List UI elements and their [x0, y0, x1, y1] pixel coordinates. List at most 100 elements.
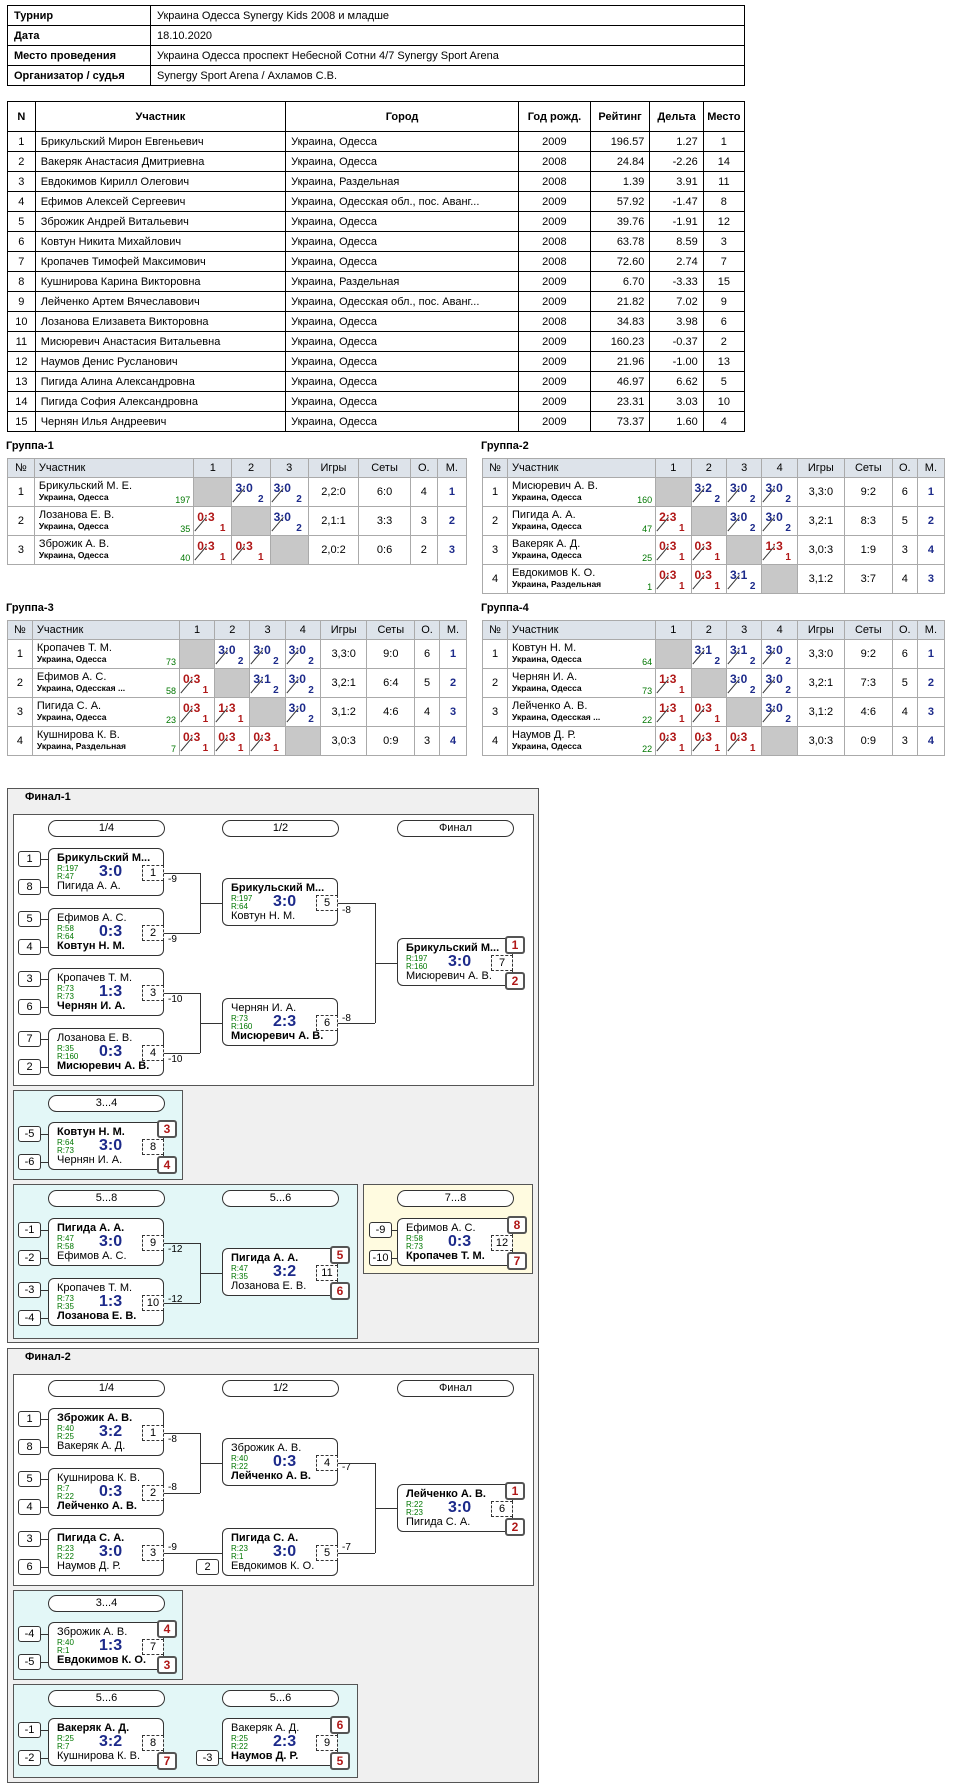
match-player-2[interactable]: Мисюревич А. В. [406, 970, 506, 982]
match-player-2[interactable]: Евдокимов К. О. [57, 1654, 157, 1666]
bracket-match[interactable]: Пигида С. А. R:23 R:22 3:0 Наумов Д. Р. 3 [48, 1528, 164, 1576]
match-player-2[interactable]: Чернян И. А. [57, 1154, 157, 1166]
match-result-cell[interactable]: 3:02 [761, 668, 798, 698]
match-result-cell[interactable]: 3:02 [761, 697, 798, 727]
player-name[interactable]: Кушнирова К. В. [37, 729, 176, 741]
bracket-match[interactable]: Брикульский М... R:197 R:64 3:0 Ковтун Н. М.… [222, 878, 338, 926]
match-result-cell[interactable]: 0:31 [178, 668, 216, 698]
match-result-cell[interactable]: 0:31 [690, 564, 728, 594]
player-name[interactable]: Пигида А. А. [512, 509, 652, 521]
bracket-match[interactable]: Ефимов А. С. R:58 R:73 0:3 Кропачев Т. М. 12 [397, 1218, 513, 1266]
match-player-2[interactable]: Пигида А. А. [57, 880, 157, 892]
match-result-cell[interactable]: 3:02 [725, 506, 763, 536]
match-result-cell[interactable]: 1:31 [655, 668, 692, 698]
match-result-cell[interactable]: 3:02 [284, 668, 321, 698]
match-result-cell[interactable]: 3:02 [725, 668, 763, 698]
match-result-cell[interactable]: 0:31 [249, 726, 286, 756]
match-player-2[interactable]: Лейченко А. В. [57, 1500, 157, 1512]
match-result-cell[interactable]: 3:12 [249, 668, 286, 698]
match-player-2[interactable]: Вакеряк А. Д. [57, 1440, 157, 1452]
match-player-2[interactable]: Мисюревич А. В. [57, 1060, 157, 1072]
player-city: Украина, Одесса [512, 521, 582, 531]
match-player-2[interactable]: Евдокимов К. О. [231, 1560, 331, 1572]
match-player-2[interactable]: Кушнирова К. В. [57, 1750, 157, 1762]
bracket-match[interactable]: Ковтун Н. М. R:64 R:73 3:0 Чернян И. А. 8 [48, 1122, 164, 1170]
match-result-cell[interactable]: 3:02 [249, 639, 286, 669]
match-result-cell[interactable]: 0:31 [655, 535, 692, 565]
match-player-2[interactable]: Кропачев Т. М. [406, 1250, 506, 1262]
match-result-cell[interactable]: 0:31 [655, 726, 692, 756]
match-result-cell[interactable]: 0:31 [214, 726, 251, 756]
bracket-match[interactable]: Чернян И. А. R:73 R:160 2:3 Мисюревич А. В. 6 [222, 998, 338, 1046]
bracket-match[interactable]: Лозанова Е. В. R:35 R:160 0:3 Мисюревич А. В… [48, 1028, 164, 1076]
bracket-match[interactable]: Кропачев Т. М. R:73 R:73 1:3 Чернян И. А. 3 [48, 968, 164, 1016]
bracket-match[interactable]: Вакеряк А. Д. R:25 R:22 2:3 Наумов Д. Р. 9 [222, 1718, 338, 1766]
match-result-cell[interactable]: 3:12 [690, 639, 728, 669]
match-result-cell[interactable]: 0:31 [725, 726, 763, 756]
match-result-cell[interactable]: 3:02 [214, 639, 251, 669]
bracket-match[interactable]: Кушнирова К. В. R:7 R:22 0:3 Лейченко А. В. 2 [48, 1468, 164, 1516]
match-result-cell[interactable]: 3:02 [231, 477, 271, 507]
player-name[interactable]: Пигида С. А. [37, 700, 176, 712]
player-name[interactable]: Лейченко А. В. [512, 700, 652, 712]
player-name[interactable]: Брикульский М. Е. [39, 480, 190, 492]
player-name[interactable]: Вакеряк А. Д. [512, 538, 652, 550]
match-result-cell[interactable]: 3:02 [269, 477, 309, 507]
match-player-2[interactable]: Лозанова Е. В. [57, 1310, 157, 1322]
match-player-2[interactable]: Мисюревич А. В. [231, 1030, 331, 1042]
match-result-cell[interactable]: 0:31 [231, 535, 271, 565]
match-player-2[interactable]: Ковтун Н. М. [57, 940, 157, 952]
player-name[interactable]: Кропачев Т. М. [37, 642, 176, 654]
match-result-cell[interactable]: 0:31 [690, 535, 728, 565]
bracket-match[interactable]: Вакеряк А. Д. R:25 R:7 3:2 Кушнирова К. В. 8 [48, 1718, 164, 1766]
match-player-2[interactable]: Чернян И. А. [57, 1000, 157, 1012]
match-result-cell[interactable]: 0:31 [655, 564, 692, 594]
match-result-cell[interactable]: 3:12 [725, 639, 763, 669]
bracket-match[interactable]: Брикульский М... R:197 R:47 3:0 Пигида А. А.… [48, 848, 164, 896]
player-name[interactable]: Зброжик А. В. [39, 538, 190, 550]
player-name[interactable]: Ефимов А. С. [37, 671, 176, 683]
match-result-cell[interactable]: 0:31 [178, 726, 216, 756]
bracket-match[interactable]: Зброжик А. В. R:40 R:1 1:3 Евдокимов К. О. 7 [48, 1622, 164, 1670]
match-result-cell[interactable]: 0:31 [178, 697, 216, 727]
bracket-match[interactable]: Пигида А. А. R:47 R:58 3:0 Ефимов А. С. 9 [48, 1218, 164, 1266]
match-result-cell[interactable]: 2:31 [655, 506, 692, 536]
match-player-2[interactable]: Лейченко А. В. [231, 1470, 331, 1482]
match-result-cell[interactable]: 1:31 [761, 535, 798, 565]
match-result-cell[interactable]: 3:12 [725, 564, 763, 594]
match-player-2[interactable]: Ковтун Н. М. [231, 910, 331, 922]
match-result-cell[interactable]: 3:02 [725, 477, 763, 507]
bracket-match[interactable]: Ефимов А. С. R:58 R:64 0:3 Ковтун Н. М. 2 [48, 908, 164, 956]
player-name[interactable]: Наумов Д. Р. [512, 729, 652, 741]
player-name[interactable]: Евдокимов К. О. [512, 567, 652, 579]
player-name[interactable]: Лозанова Е. В. [39, 509, 190, 521]
bracket-match[interactable]: Зброжик А. В. R:40 R:22 0:3 Лейченко А. В. 4 [222, 1438, 338, 1486]
match-result-cell[interactable]: 3:02 [284, 697, 321, 727]
bracket-match[interactable]: Лейченко А. В. R:22 R:23 3:0 Пигида С. А. 6 [397, 1484, 513, 1532]
match-result-cell[interactable]: 1:31 [655, 697, 692, 727]
bracket-match[interactable]: Кропачев Т. М. R:73 R:35 1:3 Лозанова Е. В. 1… [48, 1278, 164, 1326]
match-result-cell[interactable]: 3:02 [761, 639, 798, 669]
match-result-cell[interactable]: 0:31 [690, 697, 728, 727]
match-player-2[interactable]: Пигида С. А. [406, 1516, 506, 1528]
match-result-cell[interactable]: 0:31 [690, 726, 728, 756]
bracket-match[interactable]: Пигида А. А. R:47 R:35 3:2 Лозанова Е. В. 11 [222, 1248, 338, 1296]
match-result-cell[interactable]: 3:02 [284, 639, 321, 669]
match-result-cell[interactable]: 0:31 [193, 535, 233, 565]
bracket-match[interactable]: Брикульский М... R:197 R:160 3:0 Мисюревич А… [397, 938, 513, 986]
player-name[interactable]: Чернян И. А. [512, 671, 652, 683]
match-result-cell[interactable]: 3:22 [690, 477, 728, 507]
bracket-match[interactable]: Пигида С. А. R:23 R:1 3:0 Евдокимов К. О. 5 [222, 1528, 338, 1576]
player-name[interactable]: Ковтун Н. М. [512, 642, 652, 654]
match-player-2[interactable]: Лозанова Е. В. [231, 1280, 331, 1292]
match-player-2[interactable]: Наумов Д. Р. [57, 1560, 157, 1572]
match-result-cell[interactable]: 3:02 [761, 477, 798, 507]
match-result-cell[interactable]: 3:02 [761, 506, 798, 536]
match-result-cell[interactable]: 0:31 [193, 506, 233, 536]
match-player-2[interactable]: Ефимов А. С. [57, 1250, 157, 1262]
player-name[interactable]: Мисюревич А. В. [512, 480, 652, 492]
bracket-match[interactable]: Зброжик А. В. R:40 R:25 3:2 Вакеряк А. Д. 1 [48, 1408, 164, 1456]
match-result-cell[interactable]: 1:31 [214, 697, 251, 727]
match-result-cell[interactable]: 3:02 [269, 506, 309, 536]
match-player-2[interactable]: Наумов Д. Р. [231, 1750, 331, 1762]
